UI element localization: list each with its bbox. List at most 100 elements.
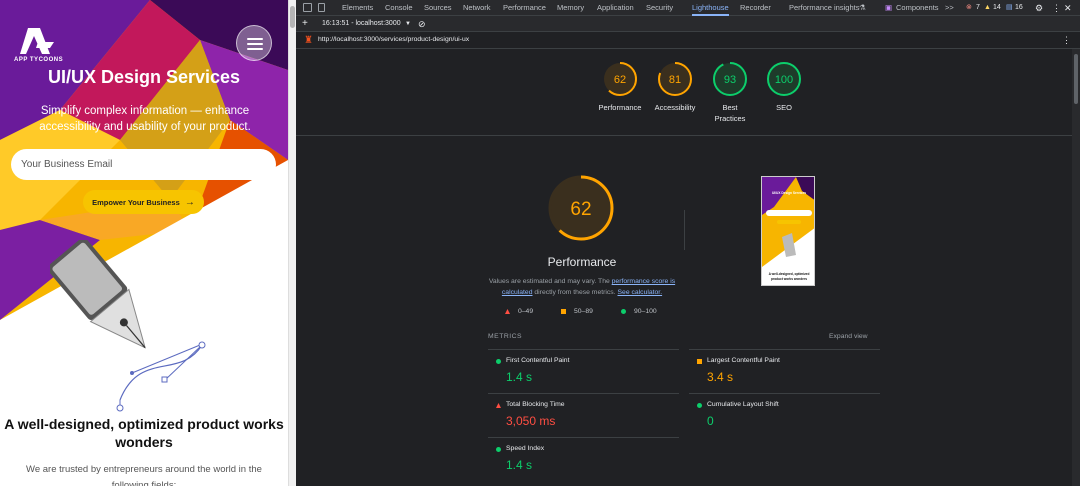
pass-circle-icon xyxy=(697,403,702,408)
metric-separator xyxy=(488,349,679,350)
lighthouse-session-bar: + 16:13:51 - localhost:3000 ▼ ⊘ xyxy=(296,16,1080,32)
warning-icon: ▲ xyxy=(984,4,991,11)
average-square-icon xyxy=(697,359,702,364)
score-gauge-accessibility[interactable]: 81 xyxy=(657,61,693,97)
score-value: 81 xyxy=(669,74,681,86)
metric-separator xyxy=(689,393,880,394)
tab-components[interactable]: Components xyxy=(896,0,939,16)
thumbnail-title: UI/UX Design Services xyxy=(771,191,806,195)
lighthouse-logo-icon: ♜ xyxy=(304,35,313,46)
cta-label: Empower Your Business xyxy=(92,197,180,207)
metric-value: 3.4 s xyxy=(707,370,734,384)
score-value: 100 xyxy=(775,74,793,86)
devtools-tabbar: Elements Console Sources Network Perform… xyxy=(296,0,1080,16)
metric-name: Total Blocking Time xyxy=(506,401,565,408)
metric-value: 1.4 s xyxy=(506,370,533,384)
more-tabs-button[interactable]: >> xyxy=(945,0,954,16)
section-title: A well-designed, optimized product works… xyxy=(4,416,284,450)
hamburger-menu-button[interactable] xyxy=(236,25,272,61)
tab-application[interactable]: Application xyxy=(597,0,634,16)
metrics-header: METRICS xyxy=(488,333,523,340)
legend-pass: 90–100 xyxy=(634,308,657,315)
logo-text: APP TYCOONS xyxy=(14,57,64,63)
dropdown-caret-icon[interactable]: ▼ xyxy=(405,16,411,32)
report-url[interactable]: http://localhost:3000/services/product-d… xyxy=(318,32,469,48)
close-icon[interactable]: ✕ xyxy=(1064,0,1072,16)
divider xyxy=(296,135,1072,136)
tab-performance-insights[interactable]: Performance insights xyxy=(789,0,859,16)
score-gauge-best-practices[interactable]: 93 xyxy=(712,61,748,97)
issues-icon: ▤ xyxy=(1006,4,1013,11)
score-label: SEO xyxy=(776,103,792,112)
metric-separator xyxy=(488,393,679,394)
plus-icon[interactable]: + xyxy=(302,16,308,32)
pass-circle-icon xyxy=(496,447,501,452)
tab-performance[interactable]: Performance xyxy=(503,0,546,16)
hero-title: UI/UX Design Services xyxy=(47,67,241,87)
big-score: 62 xyxy=(570,199,591,220)
metric-value: 0 xyxy=(707,414,714,428)
devtools-panel: Elements Console Sources Network Perform… xyxy=(296,0,1080,486)
score-value: 62 xyxy=(614,74,626,86)
metric-name: First Contentful Paint xyxy=(506,357,570,364)
warning-count[interactable]: 14 xyxy=(993,0,1001,16)
vertical-divider xyxy=(684,210,685,250)
report-menu-icon[interactable]: ⋮ xyxy=(1062,32,1071,48)
fail-triangle-icon xyxy=(505,309,510,314)
metric-separator xyxy=(689,349,880,350)
empower-business-button[interactable]: Empower Your Business → xyxy=(83,190,204,214)
performance-big-gauge[interactable]: 62 xyxy=(546,173,616,243)
page-screenshot-thumbnail[interactable]: UI/UX Design Services A well-designed, o… xyxy=(761,176,815,286)
tab-network[interactable]: Network xyxy=(463,0,491,16)
session-select[interactable]: 16:13:51 - localhost:3000 xyxy=(322,16,401,32)
error-icon: ⊗ xyxy=(966,4,972,11)
issues-count[interactable]: 16 xyxy=(1015,0,1023,16)
preview-scrollbar[interactable] xyxy=(288,0,296,486)
gear-icon[interactable]: ⚙ xyxy=(1035,0,1043,16)
website-preview: APP TYCOONS UI/UX Design Services Simpli… xyxy=(0,0,288,486)
business-email-input[interactable] xyxy=(11,149,276,180)
hero-subtitle: Simplify complex information — enhance a… xyxy=(39,105,251,133)
tab-lighthouse[interactable]: Lighthouse xyxy=(692,0,729,16)
clear-icon[interactable]: ⊘ xyxy=(418,16,426,32)
performance-description: Values are estimated and may vary. The p… xyxy=(482,276,682,298)
pass-circle-icon xyxy=(496,359,501,364)
pen-tool-illustration xyxy=(50,240,206,412)
performance-title: Performance xyxy=(547,255,617,269)
components-icon: ▣ xyxy=(885,3,893,12)
metric-value: 1.4 s xyxy=(506,458,533,472)
desc-text-2: directly from these metrics. xyxy=(534,289,616,296)
pass-circle-icon xyxy=(621,309,626,314)
metric-name: Largest Contentful Paint xyxy=(707,357,780,364)
error-count[interactable]: 7 xyxy=(976,0,980,16)
section-text: We are trusted by entrepreneurs around t… xyxy=(26,464,262,486)
expand-view-toggle[interactable]: Expand view xyxy=(829,333,868,340)
score-gauge-seo[interactable]: 100 xyxy=(766,61,802,97)
tab-sources[interactable]: Sources xyxy=(424,0,452,16)
tab-security[interactable]: Security xyxy=(646,0,673,16)
arrow-right-icon: → xyxy=(184,196,195,208)
score-gauge-performance[interactable]: 62 xyxy=(602,61,638,97)
legend-fail: 0–49 xyxy=(518,308,534,315)
tab-memory[interactable]: Memory xyxy=(557,0,584,16)
report-url-bar: ♜ http://localhost:3000/services/product… xyxy=(296,32,1080,49)
flask-icon: ⚗ xyxy=(859,3,866,12)
kebab-menu-icon[interactable]: ⋮ xyxy=(1052,0,1061,16)
legend-average: 50–89 xyxy=(574,308,593,315)
inspect-element-icon[interactable] xyxy=(303,3,312,12)
metric-name: Cumulative Layout Shift xyxy=(707,401,779,408)
devtools-scrollbar[interactable] xyxy=(1072,49,1080,486)
metric-name: Speed Index xyxy=(506,445,545,452)
thumbnail-caption: A well-designed, optimized product works… xyxy=(768,272,810,281)
device-toolbar-icon[interactable] xyxy=(318,3,325,12)
metric-value: 3,050 ms xyxy=(506,414,556,428)
tab-recorder[interactable]: Recorder xyxy=(740,0,771,16)
tab-console[interactable]: Console xyxy=(385,0,413,16)
desc-text-1: Values are estimated and may vary. The xyxy=(488,278,610,285)
fail-triangle-icon xyxy=(496,403,501,408)
score-value: 93 xyxy=(724,74,736,86)
metric-separator xyxy=(488,437,679,438)
see-calculator-link[interactable]: See calculator. xyxy=(618,289,663,296)
average-square-icon xyxy=(561,309,566,314)
tab-elements[interactable]: Elements xyxy=(342,0,373,16)
